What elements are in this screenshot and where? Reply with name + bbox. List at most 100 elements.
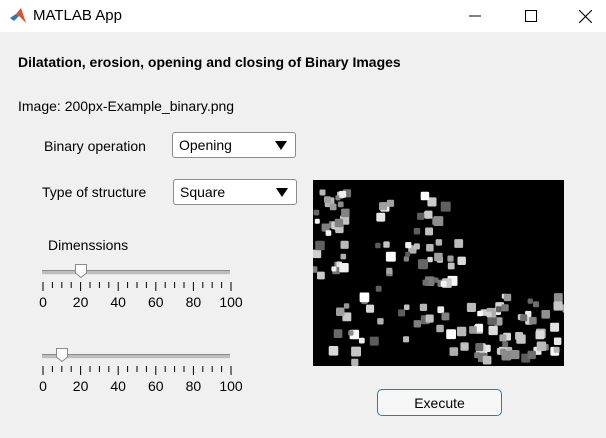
- maximize-icon: [525, 10, 537, 22]
- slider-tick-label: 20: [72, 294, 89, 310]
- image-blob: [398, 309, 406, 317]
- result-image: [313, 180, 564, 366]
- image-blob: [488, 325, 498, 336]
- image-blob: [413, 228, 421, 235]
- image-blob: [447, 255, 454, 262]
- image-blob: [403, 336, 410, 343]
- image-blob: [313, 209, 320, 216]
- image-blob: [333, 329, 343, 338]
- image-blob: [366, 304, 375, 313]
- image-blob: [440, 280, 447, 287]
- image-blob: [339, 263, 349, 273]
- image-blob: [529, 316, 537, 325]
- image-blob: [319, 189, 326, 196]
- slider-tick-label: 80: [185, 294, 202, 310]
- image-blob: [340, 240, 349, 249]
- image-blob: [375, 242, 381, 249]
- image-blob: [425, 314, 434, 323]
- image-blob: [325, 230, 332, 236]
- image-blob: [348, 330, 354, 336]
- slider-tick-label: 20: [72, 378, 89, 394]
- slider-ticks: [42, 282, 232, 291]
- image-blob: [446, 329, 456, 340]
- image-blob: [413, 320, 421, 328]
- slider-thumb[interactable]: [55, 348, 68, 362]
- structure-type-dropdown[interactable]: Square: [173, 179, 297, 205]
- image-blob: [341, 208, 350, 218]
- image-blob: [315, 240, 325, 251]
- binary-image-preview: [313, 189, 564, 366]
- slider-tick-label: 40: [110, 294, 126, 310]
- slider-track[interactable]: [42, 354, 230, 359]
- image-blob: [553, 301, 563, 311]
- image-blob: [317, 271, 325, 280]
- execute-button[interactable]: Execute: [377, 389, 502, 416]
- image-blob: [313, 266, 318, 273]
- image-blob: [457, 256, 466, 265]
- slider-tick-label: 100: [219, 378, 243, 394]
- image-blob: [314, 218, 320, 224]
- image-blob: [502, 341, 509, 348]
- image-blob: [426, 244, 434, 252]
- image-blob: [535, 330, 545, 340]
- image-blob: [413, 243, 420, 250]
- image-blob: [351, 358, 359, 366]
- image-blob: [433, 216, 444, 226]
- slider-tick-label: 0: [39, 378, 47, 394]
- image-blob: [336, 307, 345, 316]
- image-blob: [447, 262, 455, 270]
- image-blob: [553, 346, 560, 353]
- image-blob: [424, 210, 433, 219]
- image-blob: [334, 218, 344, 228]
- image-blob: [337, 201, 344, 208]
- dimensions-label: Dimenssions: [48, 237, 129, 253]
- slider-track[interactable]: [42, 270, 230, 275]
- image-blob: [377, 318, 384, 325]
- image-blob: [328, 346, 339, 356]
- image-blob: [440, 201, 451, 212]
- image-blob: [404, 304, 410, 310]
- slider-tick-label: 40: [110, 378, 126, 394]
- image-blob: [454, 239, 464, 248]
- close-button[interactable]: [562, 0, 606, 32]
- image-blob: [533, 301, 539, 308]
- slider-tick-labels: 0 20 40 60 80 100: [39, 378, 243, 394]
- title-bar: MATLAB App: [0, 0, 606, 32]
- image-blob: [358, 337, 365, 344]
- image-blob: [460, 342, 469, 351]
- image-blob: [417, 212, 425, 220]
- image-blob: [420, 191, 430, 201]
- structure-type-value: Square: [180, 184, 226, 200]
- slider-thumb[interactable]: [74, 264, 87, 278]
- minimize-button[interactable]: [452, 0, 498, 32]
- image-blob: [351, 346, 361, 357]
- binary-operation-dropdown[interactable]: Opening: [172, 132, 296, 158]
- dropdown-arrow-icon: [276, 188, 288, 197]
- image-blob: [434, 252, 443, 262]
- structure-type-label: Type of structure: [42, 184, 147, 200]
- image-blob: [469, 326, 477, 334]
- image-blob: [527, 298, 533, 304]
- image-blob: [422, 279, 429, 286]
- image-blob: [379, 202, 388, 211]
- image-blob: [516, 334, 526, 344]
- image-blob: [550, 322, 560, 332]
- maximize-button[interactable]: [508, 0, 554, 32]
- image-blob: [405, 242, 412, 249]
- slider-tick-labels: 0 20 40 60 80 100: [39, 294, 243, 310]
- image-blob: [536, 341, 547, 351]
- image-blob: [475, 343, 484, 352]
- image-blob: [499, 334, 507, 342]
- image-blob: [359, 292, 370, 303]
- image-blob: [383, 241, 390, 248]
- image-blob: [436, 324, 444, 333]
- image-blob: [437, 306, 445, 314]
- image-filename-label: Image: 200px-Example_binary.png: [18, 98, 235, 114]
- image-blob: [527, 350, 536, 360]
- slider-tick-label: 100: [219, 294, 243, 310]
- page-title: Dilatation, erosion, opening and closing…: [18, 54, 401, 70]
- image-blob: [385, 251, 396, 262]
- image-blob: [369, 336, 379, 346]
- image-blob: [419, 303, 428, 311]
- image-blob: [466, 302, 476, 312]
